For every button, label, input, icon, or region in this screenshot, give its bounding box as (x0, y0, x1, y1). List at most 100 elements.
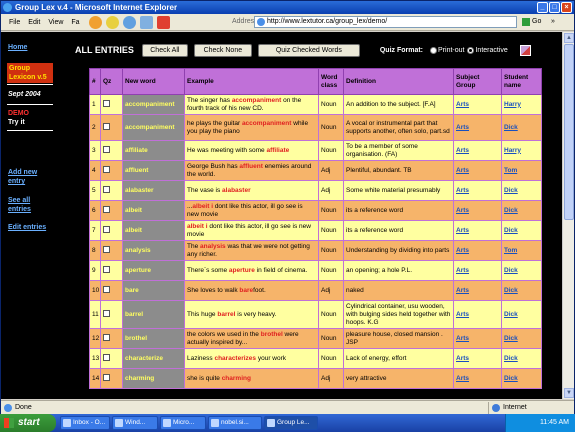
scroll-down-icon[interactable]: ▼ (564, 388, 574, 398)
see-all-entries-link[interactable]: See all entries (8, 196, 54, 214)
student-name-link[interactable]: Dick (504, 287, 518, 294)
subject-group-link[interactable]: Arts (456, 311, 469, 318)
subject-group-link[interactable]: Arts (456, 101, 469, 108)
quiz-checkbox[interactable] (103, 99, 110, 107)
subject-group-link[interactable]: Arts (456, 287, 469, 294)
student-name-link[interactable]: Dick (504, 355, 518, 362)
favorites-icon[interactable] (106, 16, 119, 29)
student-name-link[interactable]: Dick (504, 124, 518, 131)
subject-group-link[interactable]: Arts (456, 267, 469, 274)
quiz-checkbox[interactable] (103, 185, 110, 193)
print-icon[interactable] (519, 44, 531, 56)
subject-group-link[interactable]: Arts (456, 124, 469, 131)
vertical-scrollbar[interactable]: ▲ ▼ (562, 32, 574, 399)
home-link[interactable]: Home (8, 44, 27, 51)
quiz-checkbox[interactable] (103, 205, 110, 213)
new-word: accompaniment (122, 114, 185, 141)
student-name-link[interactable]: Tom (504, 167, 517, 174)
subject-group-link[interactable]: Arts (456, 187, 469, 194)
student-name-link[interactable]: Dick (504, 311, 518, 318)
student-name-link[interactable]: Harry (504, 101, 521, 108)
edit-entries-link[interactable]: Edit entries (8, 224, 54, 231)
task-nobel[interactable]: nobel.si... (208, 416, 262, 430)
close-button[interactable]: × (561, 2, 572, 13)
start-button[interactable]: start (0, 414, 56, 432)
links-button[interactable]: » (551, 16, 555, 28)
student-name-link[interactable]: Tom (504, 247, 517, 254)
task-microsoft[interactable]: Micro... (160, 416, 206, 430)
definition: pleasure house, closed mansion . JSP (343, 328, 454, 349)
media-icon[interactable] (123, 16, 136, 29)
student-name-link[interactable]: Dick (504, 375, 518, 382)
minimize-button[interactable]: _ (537, 2, 548, 13)
print-out-radio[interactable] (430, 46, 438, 54)
col-header-word-class: Word class (318, 68, 344, 95)
mail-icon[interactable] (140, 16, 153, 29)
quiz-checkbox[interactable] (103, 285, 110, 293)
quiz-checkbox[interactable] (103, 373, 110, 381)
student-name-link[interactable]: Dick (504, 227, 518, 234)
subject-group-link[interactable]: Arts (456, 167, 469, 174)
check-all-button[interactable]: Check All (141, 43, 188, 57)
student-name-link[interactable]: Dick (504, 267, 518, 274)
word-class: Noun (318, 348, 344, 369)
student-name-link[interactable]: Dick (504, 335, 518, 342)
student-name-link[interactable]: Harry (504, 147, 521, 154)
add-new-entry-link[interactable]: Add new entry (8, 168, 54, 186)
address-input[interactable]: http://www.lextutor.ca/group_lex/demo/ (254, 16, 517, 28)
subject-group-link[interactable]: Arts (456, 227, 469, 234)
quiz-checked-words-button[interactable]: Quiz Checked Words (257, 43, 360, 57)
home-icon[interactable] (89, 16, 102, 29)
quiz-checkbox[interactable] (103, 225, 110, 233)
divider (7, 84, 53, 85)
student-name-cell: Dick (501, 348, 542, 369)
subject-group-link[interactable]: Arts (456, 355, 469, 362)
check-none-button[interactable]: Check None (193, 43, 252, 57)
student-name-cell: Dick (501, 180, 542, 201)
entries-toolbar: ALL ENTRIES Check All Check None Quiz Ch… (75, 43, 531, 57)
definition: To be a member of some organisation. (FA… (343, 140, 454, 161)
task-group-lex[interactable]: Group Le... (264, 416, 318, 430)
subject-group-link[interactable]: Arts (456, 375, 469, 382)
scroll-thumb[interactable] (564, 44, 574, 220)
subject-group-link[interactable]: Arts (456, 207, 469, 214)
quiz-checkbox[interactable] (103, 245, 110, 253)
windows-logo-icon (4, 418, 14, 428)
quiz-checkbox[interactable] (103, 122, 110, 130)
quiz-checkbox[interactable] (103, 165, 110, 173)
quiz-checkbox[interactable] (103, 309, 110, 317)
stop-icon[interactable] (157, 16, 170, 29)
ie-icon (3, 3, 12, 12)
quiz-checkbox[interactable] (103, 353, 110, 361)
quiz-cell (100, 160, 123, 181)
maximize-button[interactable]: □ (549, 2, 560, 13)
definition: An addition to the subject. [F.A] (343, 94, 454, 115)
scroll-up-icon[interactable]: ▲ (564, 33, 574, 43)
title-bar[interactable]: Group Lex v.4 - Microsoft Internet Explo… (1, 1, 574, 14)
quiz-checkbox[interactable] (103, 265, 110, 273)
menu-edit[interactable]: Edit (28, 19, 40, 26)
interactive-radio[interactable] (467, 46, 475, 54)
menu-file[interactable]: File (9, 19, 20, 26)
subject-group-link[interactable]: Arts (456, 247, 469, 254)
quiz-checkbox[interactable] (103, 145, 110, 153)
word-class: Adj (318, 368, 344, 389)
student-name-link[interactable]: Dick (504, 207, 518, 214)
subject-group-link[interactable]: Arts (456, 335, 469, 342)
student-name-link[interactable]: Dick (504, 187, 518, 194)
menu-favorites[interactable]: Fa (71, 19, 79, 26)
word-class: Noun (318, 328, 344, 349)
row-number: 4 (89, 160, 101, 181)
subject-group-cell: Arts (453, 220, 502, 241)
student-name-cell: Dick (501, 368, 542, 389)
quiz-cell (100, 180, 123, 201)
go-button[interactable]: Go (521, 16, 547, 28)
example-text: This huge (187, 310, 218, 318)
table-row: 1 accompaniment The singer has accompanime… (89, 94, 542, 115)
task-windows[interactable]: Wind... (112, 416, 158, 430)
menu-view[interactable]: View (48, 19, 63, 26)
quiz-checkbox[interactable] (103, 333, 110, 341)
subject-group-cell: Arts (453, 348, 502, 369)
task-inbox[interactable]: Inbox - O... (60, 416, 110, 430)
subject-group-link[interactable]: Arts (456, 147, 469, 154)
